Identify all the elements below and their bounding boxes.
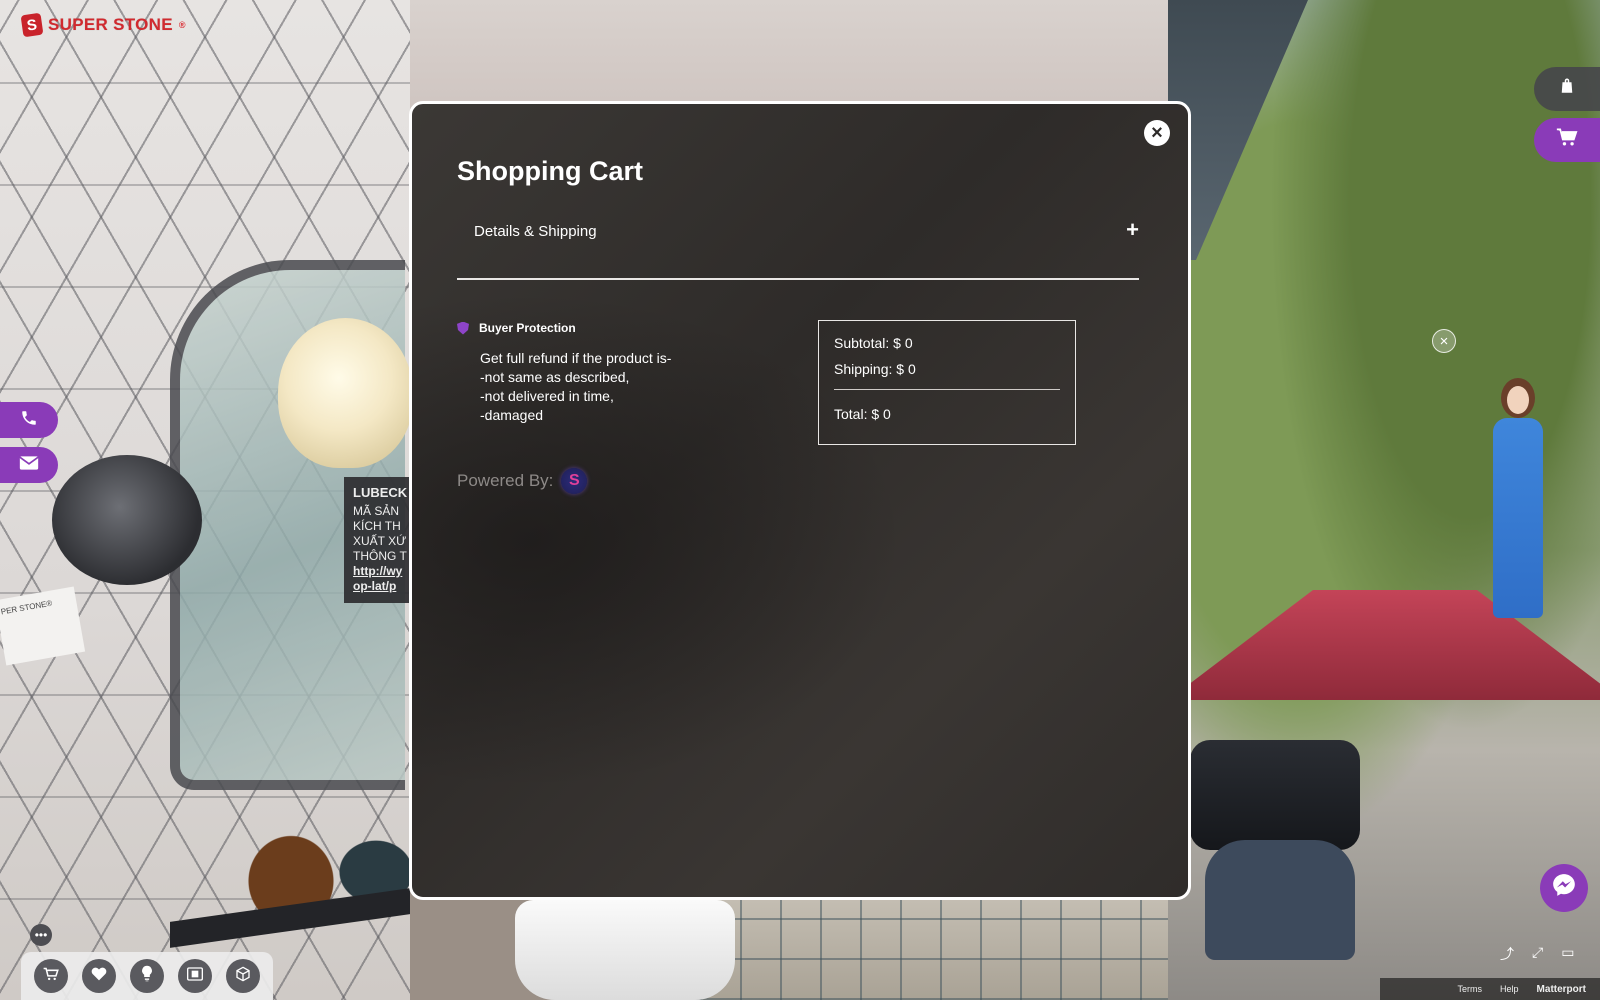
avatar-face: [1507, 386, 1529, 414]
film-icon: [187, 966, 203, 986]
seated-person: [1205, 840, 1355, 960]
wall-lamp-shade: [278, 318, 413, 468]
protection-line: Get full refund if the product is-: [480, 350, 672, 366]
tooltip-title: LUBECK: [353, 485, 408, 500]
tooltip-line: MÃ SẢN: [353, 504, 400, 518]
cart-icon: [1556, 127, 1578, 153]
viewer-controls: ⤴ ⤢ ▭: [1500, 944, 1574, 964]
ellipsis-icon: •••: [34, 928, 48, 942]
brand-logo-icon: S: [20, 12, 44, 38]
tooltip-link[interactable]: http://wy: [353, 564, 414, 579]
brand-name: SUPER STONE: [48, 15, 173, 34]
subtotal: Subtotal: $ 0: [834, 335, 913, 351]
shield-icon: [457, 321, 469, 335]
tooltip-line: XUẤT XỨ: [353, 534, 407, 548]
messenger-button[interactable]: [1540, 864, 1588, 912]
call-button[interactable]: [0, 402, 58, 438]
avatar-dress: [1493, 418, 1543, 618]
cube-icon: [235, 966, 251, 987]
phone-icon: [20, 409, 38, 432]
tooltip-line: THÔNG T: [353, 549, 407, 563]
messenger-icon: [1551, 872, 1577, 904]
sink: [515, 900, 735, 1000]
virtual-assistant-avatar[interactable]: [1487, 378, 1549, 628]
modal-title: Shopping Cart: [457, 156, 643, 186]
vr-icon[interactable]: ▭: [1561, 944, 1574, 964]
summary-divider: [834, 389, 1060, 390]
toolbar-cart-button[interactable]: [34, 959, 68, 993]
registered-mark: ®: [178, 20, 186, 30]
share-icon[interactable]: ⤴: [1500, 944, 1514, 964]
mail-icon: [19, 455, 39, 476]
matterport-logo[interactable]: Matterport: [1537, 984, 1586, 995]
label-card-brand: PER STONE®: [0, 598, 53, 617]
powered-by-logo[interactable]: S: [561, 468, 588, 494]
hotspot-close-button[interactable]: ×: [1432, 329, 1456, 353]
toolbar-tips-button[interactable]: [130, 959, 164, 993]
shopping-cart-modal: × Shopping Cart Details & Shipping + Buy…: [409, 101, 1191, 900]
buyer-protection-header: Buyer Protection: [457, 321, 757, 335]
plus-icon[interactable]: +: [1126, 217, 1139, 243]
accordion-label: Details & Shipping: [474, 223, 597, 240]
protection-line: -not delivered in time,: [480, 388, 614, 404]
footer-bar: Terms Help Matterport: [1380, 978, 1600, 1000]
shopping-bag-icon: [1558, 77, 1576, 101]
lightbulb-icon: [141, 965, 153, 987]
tooltip-line: KÍCH TH: [353, 519, 401, 533]
brand-logo[interactable]: S SUPER STONE ®: [20, 12, 186, 38]
buyer-protection-text: Get full refund if the product is- -not …: [480, 349, 757, 425]
heart-icon: [91, 967, 107, 986]
bottom-toolbar: [21, 952, 273, 1000]
product-tooltip[interactable]: LUBECK MÃ SẢN KÍCH TH XUẤT XỨ THÔNG T ht…: [344, 477, 414, 603]
toolbar-favorites-button[interactable]: [82, 959, 116, 993]
cart-icon: [43, 967, 59, 986]
protection-line: -not same as described,: [480, 369, 630, 385]
fullscreen-icon[interactable]: ⤢: [1532, 944, 1543, 964]
toolbar-video-button[interactable]: [178, 959, 212, 993]
product-label-card: PER STONE®: [0, 586, 86, 666]
modal-close-button[interactable]: ×: [1144, 120, 1170, 146]
wall-lamp-dome: [52, 455, 202, 585]
details-shipping-accordion[interactable]: Details & Shipping +: [457, 214, 1139, 280]
email-button[interactable]: [0, 447, 58, 483]
buyer-protection: Buyer Protection Get full refund if the …: [457, 321, 757, 425]
order-summary: Subtotal: $ 0 Shipping: $ 0 Total: $ 0: [818, 320, 1076, 445]
shopping-bag-button[interactable]: [1534, 67, 1600, 111]
shipping: Shipping: $ 0: [834, 361, 916, 377]
cart-button[interactable]: [1534, 118, 1600, 162]
close-icon: ×: [1151, 122, 1163, 144]
powered-by-label: Powered By:: [457, 471, 554, 490]
terms-link[interactable]: Terms: [1458, 984, 1483, 994]
toolbar-3d-button[interactable]: [226, 959, 260, 993]
more-options-button[interactable]: •••: [30, 924, 52, 946]
tooltip-link[interactable]: op-lat/p: [353, 579, 414, 594]
car: [1190, 740, 1360, 850]
help-link[interactable]: Help: [1500, 984, 1519, 994]
protection-line: -damaged: [480, 407, 544, 423]
total: Total: $ 0: [834, 406, 891, 422]
buyer-protection-title: Buyer Protection: [479, 321, 576, 335]
powered-by: Powered By: S: [457, 468, 588, 494]
close-icon: ×: [1439, 332, 1449, 350]
